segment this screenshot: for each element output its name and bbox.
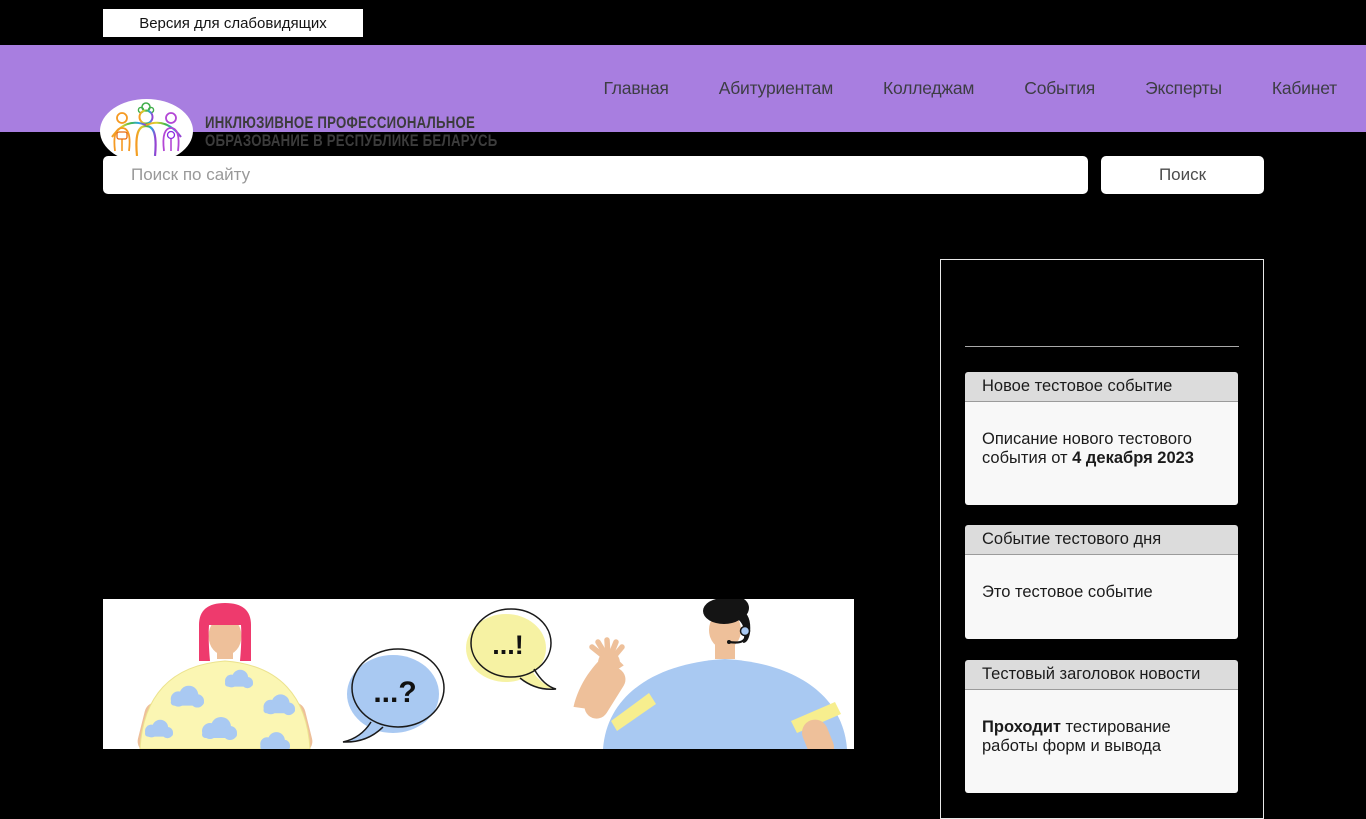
site-title: ИНКЛЮЗИВНОЕ ПРОФЕССИОНАЛЬНОЕ ОБРАЗОВАНИЕ… bbox=[205, 114, 498, 150]
nav-item-cabinet[interactable]: Кабинет bbox=[1272, 78, 1337, 99]
site-title-line1: ИНКЛЮЗИВНОЕ ПРОФЕССИОНАЛЬНОЕ bbox=[205, 114, 476, 132]
feed-card-bold-text: 4 декабря 2023 bbox=[1072, 449, 1194, 467]
site-header: ИНКЛЮЗИВНОЕ ПРОФЕССИОНАЛЬНОЕ ОБРАЗОВАНИЕ… bbox=[0, 45, 1366, 163]
nav-item-events[interactable]: События bbox=[1024, 78, 1095, 99]
nav-item-applicants[interactable]: Абитуриентам bbox=[719, 78, 834, 99]
people-conversation-illustration: ...? ...! bbox=[103, 599, 854, 749]
search-button[interactable]: Поиск bbox=[1101, 156, 1264, 194]
site-title-line2: ОБРАЗОВАНИЕ В РЕСПУБЛИКЕ БЕЛАРУСЬ bbox=[205, 132, 498, 150]
question-bubble-text: ...? bbox=[373, 676, 416, 709]
feed-separator bbox=[965, 346, 1239, 347]
feed-card-event-day[interactable]: Событие тестового дня Это тестовое событ… bbox=[965, 525, 1238, 639]
feed-card-title[interactable]: Тестовый заголовок новости bbox=[965, 660, 1238, 690]
person-pink-hair-icon bbox=[137, 603, 313, 749]
feed-card-body: Это тестовое событие bbox=[965, 555, 1238, 639]
feed-card-title[interactable]: Событие тестового дня bbox=[965, 525, 1238, 555]
feed-card-bold-text: Проходит bbox=[982, 718, 1061, 736]
nav-item-colleges[interactable]: Колледжам bbox=[883, 78, 974, 99]
feed-card-title[interactable]: Новое тестовое событие bbox=[965, 372, 1238, 402]
feed-card-news[interactable]: Тестовый заголовок новости Проходит тест… bbox=[965, 660, 1238, 793]
exclaim-bubble-text: ...! bbox=[492, 630, 524, 660]
feed-card-body: Проходит тестирование работы форм и выво… bbox=[965, 690, 1238, 793]
speech-bubble-question-icon: ...? bbox=[342, 648, 445, 743]
site-search-input[interactable] bbox=[103, 156, 1088, 194]
person-headset-icon bbox=[573, 599, 847, 749]
feed-card-text: Это тестовое событие bbox=[982, 583, 1153, 601]
events-feed-panel: Новое тестовое событие Описание нового т… bbox=[940, 259, 1264, 819]
accessibility-version-button[interactable]: Версия для слабовидящих bbox=[103, 9, 363, 37]
feed-card-event-new[interactable]: Новое тестовое событие Описание нового т… bbox=[965, 372, 1238, 505]
main-nav: Главная Абитуриентам Колледжам События Э… bbox=[604, 45, 1338, 132]
feed-card-body: Описание нового тестового события от 4 д… bbox=[965, 402, 1238, 505]
nav-item-experts[interactable]: Эксперты bbox=[1145, 78, 1222, 99]
site-logo-icon[interactable] bbox=[100, 99, 193, 163]
nav-item-home[interactable]: Главная bbox=[604, 78, 669, 99]
speech-bubble-exclaim-icon: ...! bbox=[466, 608, 557, 691]
page: { "colors": { "header-purple": "#a87ee0"… bbox=[0, 0, 1366, 819]
